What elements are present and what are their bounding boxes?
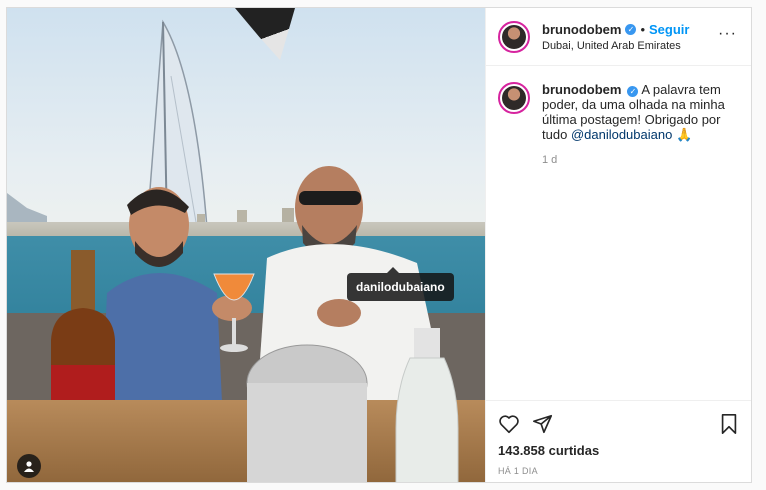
- post-actions: 143.858 curtidas HÁ 1 DIA: [486, 400, 751, 482]
- ice-bucket: [246, 344, 368, 482]
- save-button[interactable]: [719, 413, 739, 435]
- bookmark-icon: [721, 414, 737, 434]
- heart-icon: [499, 415, 519, 434]
- follow-button[interactable]: Seguir: [649, 22, 689, 37]
- more-options-icon[interactable]: ···: [718, 26, 737, 42]
- caption-age: 1 d: [542, 154, 558, 166]
- post-dialog: danilodubaiano brunodobem ✓ • Seguir Dub…: [6, 7, 752, 483]
- header-separator: •: [640, 21, 645, 37]
- tagged-users-button[interactable]: [17, 454, 41, 478]
- like-count[interactable]: 143.858 curtidas: [498, 443, 739, 458]
- header-username[interactable]: brunodobem: [542, 22, 621, 37]
- post-location[interactable]: Dubai, United Arab Emirates: [542, 40, 689, 52]
- water-bottle: [395, 328, 459, 482]
- share-icon: [533, 414, 553, 434]
- post-sidebar: brunodobem ✓ • Seguir Dubai, United Arab…: [485, 8, 751, 482]
- avatar[interactable]: [498, 20, 530, 53]
- photo-user-tag[interactable]: danilodubaiano: [347, 267, 454, 301]
- user-icon: [24, 461, 34, 472]
- like-button[interactable]: [498, 413, 520, 435]
- caption-mention[interactable]: @danilodubaiano: [571, 127, 672, 142]
- caption-avatar[interactable]: [498, 82, 530, 114]
- caption: brunodobem ✓ A palavra tem poder, da uma …: [498, 82, 739, 142]
- post-photo[interactable]: danilodubaiano: [7, 8, 485, 482]
- pray-emoji: 🙏: [675, 127, 693, 142]
- comments-section: brunodobem ✓ A palavra tem poder, da uma …: [486, 66, 751, 400]
- caption-verified-badge-icon: ✓: [627, 86, 639, 97]
- photo-user-tag-label: danilodubaiano: [356, 280, 445, 294]
- share-button[interactable]: [532, 413, 554, 435]
- post-header: brunodobem ✓ • Seguir Dubai, United Arab…: [486, 8, 751, 66]
- caption-username[interactable]: brunodobem: [542, 82, 621, 97]
- post-time: HÁ 1 DIA: [498, 466, 538, 476]
- verified-badge-icon: ✓: [625, 23, 637, 35]
